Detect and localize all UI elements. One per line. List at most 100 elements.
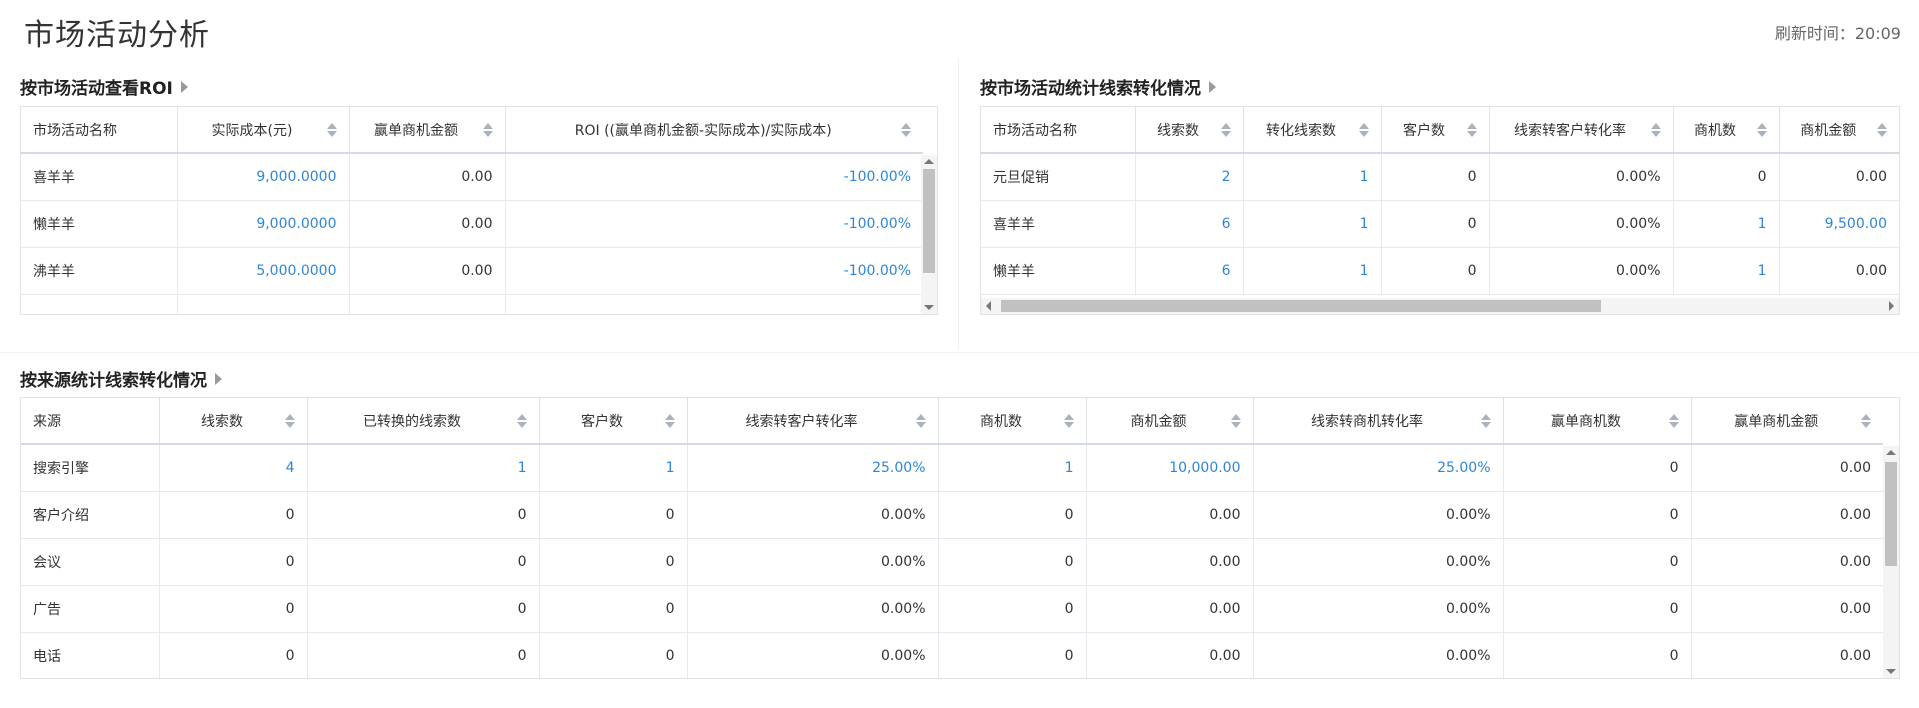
opportunity-amount[interactable]: 9,500.00 — [1779, 200, 1899, 248]
col-activity-name[interactable]: 市场活动名称 — [21, 107, 178, 154]
won-opportunity-count: 0 — [1503, 444, 1692, 492]
col-source[interactable]: 来源 — [21, 398, 160, 445]
sort-icon[interactable] — [915, 413, 926, 429]
scroll-thumb[interactable] — [923, 169, 935, 273]
lead-count[interactable]: 4 — [159, 444, 308, 492]
table-row[interactable]: 电话 0 0 0 0.00% 0 0.00 0.00% 0 0.00 — [21, 632, 1883, 678]
lead-count[interactable]: 6 — [1135, 200, 1244, 248]
table-row[interactable]: 会议 0 0 0 0.00% 0 0.00 0.00% 0 0.00 — [21, 538, 1883, 586]
source-vertical-scrollbar[interactable] — [1883, 446, 1899, 678]
sort-icon[interactable] — [1650, 122, 1661, 138]
customer-count[interactable]: 1 — [539, 444, 688, 492]
converted-leads[interactable]: 1 — [1243, 153, 1382, 201]
col-converted-leads[interactable]: 已转换的线索数 — [307, 398, 540, 445]
won-opportunity-amount: 0.00 — [1691, 491, 1883, 539]
activity-horizontal-scrollbar[interactable] — [981, 298, 1899, 314]
scroll-right-icon[interactable] — [1889, 301, 1894, 311]
scroll-left-icon[interactable] — [986, 301, 991, 311]
sort-icon[interactable] — [1220, 122, 1231, 138]
scroll-up-icon[interactable] — [1886, 450, 1896, 455]
source-table: 来源 线索数 已转换的线索数 客户数 线索转客户转化率 商机数 商机金额 线索转… — [20, 397, 1900, 679]
sort-icon[interactable] — [1480, 413, 1491, 429]
table-row[interactable]: 元旦促销 2 1 0 0.00% 0 0.00 — [981, 153, 1899, 201]
lead-customer-rate[interactable]: 25.00% — [687, 444, 939, 492]
caret-right-icon[interactable] — [180, 80, 188, 93]
opportunity-count[interactable]: 1 — [1673, 200, 1780, 248]
lead-opportunity-rate[interactable]: 25.00% — [1253, 444, 1504, 492]
col-won-amount[interactable]: 赢单商机金额 — [349, 107, 506, 154]
sort-icon[interactable] — [516, 413, 527, 429]
col-lead-count[interactable]: 线索数 — [1135, 107, 1244, 154]
scroll-down-icon[interactable] — [1886, 669, 1896, 674]
sort-icon[interactable] — [482, 122, 493, 138]
col-customer-count[interactable]: 客户数 — [539, 398, 688, 445]
col-lead-customer-rate[interactable]: 线索转客户转化率 — [687, 398, 939, 445]
opportunity-amount[interactable]: 10,000.00 — [1086, 444, 1254, 492]
source-name: 广告 — [21, 585, 160, 633]
activity-section-title[interactable]: 按市场活动统计线索转化情况 — [980, 74, 1216, 99]
scroll-thumb[interactable] — [1885, 462, 1897, 566]
scroll-down-icon[interactable] — [924, 305, 934, 310]
sort-icon[interactable] — [1063, 413, 1074, 429]
table-row[interactable]: 沸羊羊 5,000.0000 0.00 -100.00% — [21, 247, 923, 295]
table-row[interactable]: 懒羊羊 6 1 0 0.00% 1 0.00 — [981, 247, 1899, 295]
table-row-partial — [21, 294, 923, 314]
col-opportunity-count[interactable]: 商机数 — [1673, 107, 1780, 154]
table-row[interactable]: 客户介绍 0 0 0 0.00% 0 0.00 0.00% 0 0.00 — [21, 491, 1883, 539]
table-row[interactable]: 广告 0 0 0 0.00% 0 0.00 0.00% 0 0.00 — [21, 585, 1883, 633]
col-activity-name[interactable]: 市场活动名称 — [981, 107, 1136, 154]
scroll-thumb[interactable] — [1001, 300, 1601, 312]
col-opportunity-amount[interactable]: 商机金额 — [1086, 398, 1254, 445]
opportunity-count[interactable]: 1 — [938, 444, 1087, 492]
roi-value[interactable]: -100.00% — [505, 247, 923, 295]
sort-icon[interactable] — [1877, 122, 1887, 138]
roi-section-title[interactable]: 按市场活动查看ROI — [20, 74, 188, 99]
roi-value[interactable]: -100.00% — [505, 153, 923, 201]
source-section-title[interactable]: 按来源统计线索转化情况 — [20, 366, 222, 391]
sort-icon[interactable] — [1756, 122, 1767, 138]
caret-right-icon[interactable] — [1209, 80, 1216, 93]
col-roi[interactable]: ROI ((赢单商机金额-实际成本)/实际成本) — [505, 107, 923, 154]
sort-icon[interactable] — [1466, 122, 1477, 138]
converted-leads[interactable]: 1 — [307, 444, 540, 492]
source-name: 电话 — [21, 632, 160, 678]
col-lead-customer-rate[interactable]: 线索转客户转化率 — [1489, 107, 1674, 154]
sort-icon[interactable] — [664, 413, 675, 429]
actual-cost[interactable]: 5,000.0000 — [177, 247, 350, 295]
customer-count: 0 — [539, 491, 688, 539]
col-won-opportunity-count[interactable]: 赢单商机数 — [1503, 398, 1692, 445]
col-lead-count[interactable]: 线索数 — [159, 398, 308, 445]
sort-icon[interactable] — [326, 122, 337, 138]
source-section-title-text: 按来源统计线索转化情况 — [20, 371, 207, 391]
roi-vertical-scrollbar[interactable] — [921, 155, 937, 314]
table-row[interactable]: 喜羊羊 9,000.0000 0.00 -100.00% — [21, 153, 923, 201]
col-customer-count[interactable]: 客户数 — [1381, 107, 1490, 154]
sort-icon[interactable] — [1861, 413, 1871, 429]
page-title: 市场活动分析 — [24, 18, 210, 53]
table-row[interactable]: 喜羊羊 6 1 0 0.00% 1 9,500.00 — [981, 200, 1899, 248]
col-actual-cost[interactable]: 实际成本(元) — [177, 107, 350, 154]
sort-icon[interactable] — [1668, 413, 1679, 429]
lead-count[interactable]: 2 — [1135, 153, 1244, 201]
table-row[interactable]: 懒羊羊 9,000.0000 0.00 -100.00% — [21, 200, 923, 248]
actual-cost[interactable]: 9,000.0000 — [177, 200, 350, 248]
actual-cost[interactable]: 9,000.0000 — [177, 153, 350, 201]
col-opportunity-count[interactable]: 商机数 — [938, 398, 1087, 445]
opportunity-count[interactable]: 1 — [1673, 247, 1780, 295]
scroll-up-icon[interactable] — [924, 159, 934, 164]
col-converted-leads[interactable]: 转化线索数 — [1243, 107, 1382, 154]
sort-icon[interactable] — [901, 122, 911, 138]
col-opportunity-amount[interactable]: 商机金额 — [1779, 107, 1899, 154]
table-row[interactable]: 搜索引擎 4 1 1 25.00% 1 10,000.00 25.00% 0 0… — [21, 444, 1883, 492]
caret-right-icon[interactable] — [215, 372, 222, 385]
roi-value[interactable]: -100.00% — [505, 200, 923, 248]
lead-count[interactable]: 6 — [1135, 247, 1244, 295]
col-won-opportunity-amount[interactable]: 赢单商机金额 — [1691, 398, 1883, 445]
sort-icon[interactable] — [1358, 122, 1369, 138]
lead-customer-rate: 0.00% — [687, 632, 939, 678]
sort-icon[interactable] — [1230, 413, 1241, 429]
converted-leads[interactable]: 1 — [1243, 247, 1382, 295]
converted-leads[interactable]: 1 — [1243, 200, 1382, 248]
col-lead-opportunity-rate[interactable]: 线索转商机转化率 — [1253, 398, 1504, 445]
sort-icon[interactable] — [284, 413, 295, 429]
